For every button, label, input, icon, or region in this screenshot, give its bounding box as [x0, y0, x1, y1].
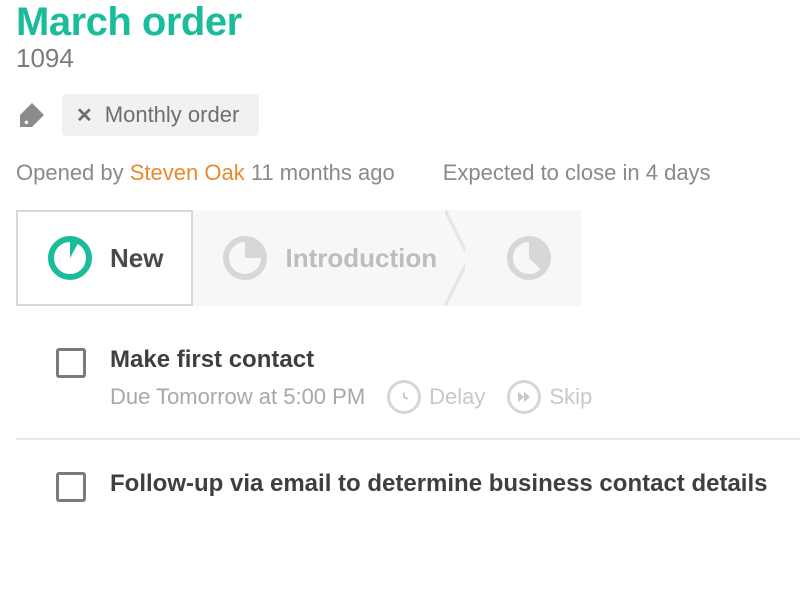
progress-icon [46, 234, 94, 282]
task-row: Make first contact Due Tomorrow at 5:00 … [16, 334, 800, 432]
stage-introduction[interactable]: Introduction [193, 210, 465, 306]
page-title: March order [16, 0, 800, 45]
clock-icon [387, 380, 421, 414]
task-title: Make first contact [110, 346, 800, 374]
task-checkbox[interactable] [56, 348, 86, 378]
opened-by-user-link[interactable]: Steven Oak [130, 160, 245, 185]
pipeline-stages: New Introduction [16, 210, 800, 306]
order-number: 1094 [16, 43, 800, 74]
opened-by-text: Opened by Steven Oak 11 months ago [16, 160, 395, 186]
skip-label: Skip [549, 384, 592, 410]
task-row: Follow-up via email to determine busines… [16, 438, 800, 520]
meta-row: Opened by Steven Oak 11 months ago Expec… [16, 160, 800, 186]
tag-chip-monthly-order[interactable]: ✕ Monthly order [62, 94, 259, 136]
task-due-text: Due Tomorrow at 5:00 PM [110, 384, 365, 410]
task-list: Make first contact Due Tomorrow at 5:00 … [16, 334, 800, 520]
remove-tag-icon[interactable]: ✕ [76, 103, 93, 128]
tag-label: Monthly order [105, 102, 240, 128]
task-title: Follow-up via email to determine busines… [110, 470, 800, 498]
task-checkbox[interactable] [56, 472, 86, 502]
opened-suffix: 11 months ago [245, 160, 395, 185]
opened-prefix: Opened by [16, 160, 130, 185]
delay-button[interactable]: Delay [387, 380, 485, 414]
delay-label: Delay [429, 384, 485, 410]
progress-icon [221, 234, 269, 282]
fast-forward-icon [507, 380, 541, 414]
stage-label: Introduction [285, 243, 437, 274]
progress-icon [505, 234, 553, 282]
stage-next[interactable] [465, 210, 581, 306]
expected-close-text: Expected to close in 4 days [443, 160, 711, 186]
skip-button[interactable]: Skip [507, 380, 592, 414]
stage-label: New [110, 243, 163, 274]
tag-icon [16, 99, 48, 131]
tag-row: ✕ Monthly order [16, 94, 800, 136]
stage-new[interactable]: New [16, 210, 193, 306]
